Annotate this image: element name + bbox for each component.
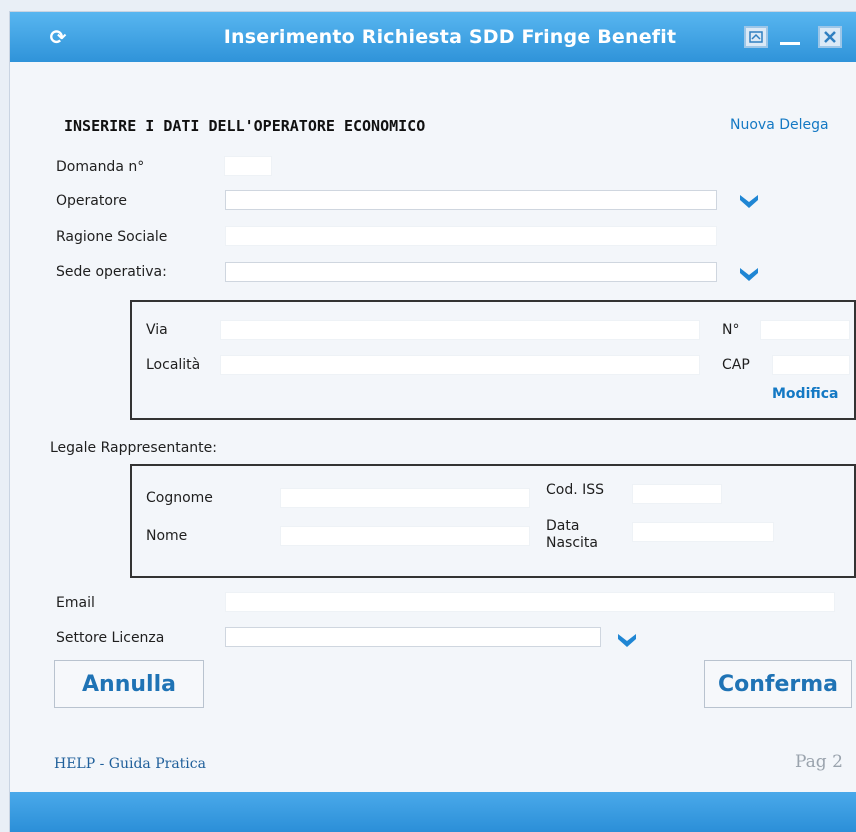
cod-iss-label: Cod. ISS bbox=[546, 482, 605, 498]
title-bar[interactable]: ⟳ Inserimento Richiesta SDD Fringe Benef… bbox=[10, 12, 856, 62]
legale-label: Legale Rappresentante: bbox=[50, 440, 217, 456]
domanda-field[interactable] bbox=[224, 156, 272, 176]
settore-label: Settore Licenza bbox=[56, 630, 165, 646]
nome-label: Nome bbox=[146, 528, 188, 544]
refresh-icon[interactable]: ⟳ bbox=[46, 25, 70, 49]
operatore-dropdown-button[interactable] bbox=[738, 192, 760, 210]
domanda-label: Domanda n° bbox=[56, 159, 145, 175]
conferma-button[interactable]: Conferma bbox=[704, 660, 852, 708]
address-panel: Via N° Località CAP Modifica bbox=[130, 300, 856, 420]
page-indicator: Pag 2 bbox=[795, 752, 843, 772]
restore-icon bbox=[749, 31, 763, 43]
sede-label: Sede operativa: bbox=[56, 264, 167, 280]
operatore-label: Operatore bbox=[56, 193, 127, 209]
cognome-label: Cognome bbox=[146, 490, 213, 506]
data-label-line2: Nascita bbox=[546, 535, 599, 551]
email-field[interactable] bbox=[225, 592, 835, 612]
chevron-down-icon bbox=[618, 634, 636, 647]
ragione-sociale-field[interactable] bbox=[225, 226, 717, 246]
section-title: INSERIRE I DATI DELL'OPERATORE ECONOMICO bbox=[64, 117, 426, 135]
localita-field[interactable] bbox=[220, 355, 700, 375]
chevron-down-icon bbox=[740, 268, 758, 281]
minimize-button[interactable] bbox=[778, 26, 802, 48]
data-label-line1: Data bbox=[546, 518, 580, 534]
close-button[interactable] bbox=[818, 26, 842, 48]
via-field[interactable] bbox=[220, 320, 700, 340]
data-nascita-label: Data Nascita bbox=[546, 518, 598, 552]
cognome-field[interactable] bbox=[280, 488, 530, 508]
form-content: INSERIRE I DATI DELL'OPERATORE ECONOMICO… bbox=[10, 62, 856, 792]
cap-label: CAP bbox=[722, 357, 750, 373]
localita-label: Località bbox=[146, 357, 201, 373]
close-icon bbox=[824, 31, 836, 43]
settore-field[interactable] bbox=[225, 627, 601, 647]
new-delegation-link[interactable]: Nuova Delega bbox=[730, 117, 829, 133]
dialog-window: ⟳ Inserimento Richiesta SDD Fringe Benef… bbox=[10, 12, 856, 832]
via-label: Via bbox=[146, 322, 168, 338]
legale-panel: Cognome Cod. ISS Nome Data Nascita bbox=[130, 464, 856, 578]
sede-field[interactable] bbox=[225, 262, 717, 282]
bottom-bar bbox=[10, 792, 856, 832]
window-title: Inserimento Richiesta SDD Fringe Benefit bbox=[223, 26, 677, 48]
restore-button[interactable] bbox=[744, 26, 768, 48]
sede-dropdown-button[interactable] bbox=[738, 265, 760, 283]
annulla-button[interactable]: Annulla bbox=[54, 660, 204, 708]
modifica-link[interactable]: Modifica bbox=[772, 386, 839, 402]
chevron-down-icon bbox=[740, 195, 758, 208]
email-label: Email bbox=[56, 595, 95, 611]
numero-label: N° bbox=[722, 322, 740, 338]
minimize-icon bbox=[780, 41, 800, 45]
cap-field[interactable] bbox=[772, 355, 850, 375]
numero-field[interactable] bbox=[760, 320, 850, 340]
settore-dropdown-button[interactable] bbox=[616, 631, 638, 649]
operatore-field[interactable] bbox=[225, 190, 717, 210]
help-link[interactable]: HELP - Guida Pratica bbox=[54, 756, 206, 772]
cod-iss-field[interactable] bbox=[632, 484, 722, 504]
nome-field[interactable] bbox=[280, 526, 530, 546]
data-nascita-field[interactable] bbox=[632, 522, 774, 542]
ragione-sociale-label: Ragione Sociale bbox=[56, 229, 168, 245]
